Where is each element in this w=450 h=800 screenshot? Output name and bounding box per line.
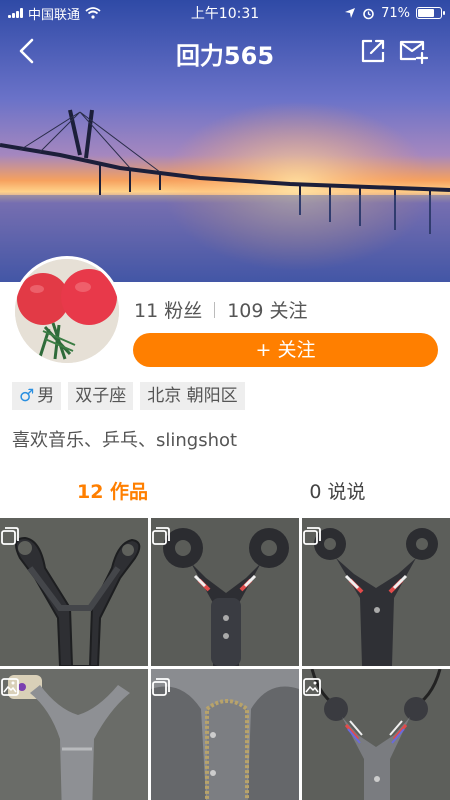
gender-tag: ♂ 男 — [12, 382, 62, 410]
carrier-label: 中国联通 — [28, 7, 81, 23]
wifi-icon — [85, 7, 101, 19]
stats-divider — [214, 301, 216, 318]
fans-count[interactable]: 11 粉丝 — [134, 296, 202, 323]
nav-bar: 回力565 — [0, 28, 450, 74]
zodiac-label: 双子座 — [75, 386, 127, 406]
work-thumbnail[interactable] — [151, 518, 299, 666]
work-thumbnail[interactable] — [151, 669, 299, 800]
work-thumbnail[interactable] — [302, 669, 450, 800]
battery-icon — [416, 7, 445, 19]
zodiac-tag: 双子座 — [68, 382, 134, 410]
tab-works[interactable]: 12 作品 — [0, 474, 225, 514]
share-external-icon[interactable] — [360, 38, 386, 64]
work-thumbnail[interactable] — [0, 669, 148, 800]
profile-bio: 喜欢音乐、乒乓、slingshot — [12, 430, 238, 451]
multi-photo-icon — [152, 527, 170, 545]
gender-label: 男 — [37, 386, 55, 406]
location-label: 北京 朝阳区 — [147, 386, 238, 406]
location-tag: 北京 朝阳区 — [140, 382, 245, 410]
male-icon: ♂ — [19, 386, 35, 406]
signal-icon — [8, 8, 23, 18]
follow-button[interactable]: + 关注 — [133, 333, 438, 367]
works-grid — [0, 518, 450, 800]
mail-add-icon[interactable] — [398, 38, 428, 64]
profile-tags: ♂ 男 双子座 北京 朝阳区 — [12, 382, 245, 410]
status-bar: 中国联通 上午10:31 71% — [0, 0, 450, 26]
following-count[interactable]: 109 关注 — [227, 296, 307, 323]
profile-stats: 11 粉丝 109 关注 — [134, 296, 308, 323]
work-thumbnail[interactable] — [0, 518, 148, 666]
image-icon — [1, 678, 19, 696]
profile-tabs: 12 作品 0 说说 — [0, 474, 450, 514]
work-thumbnail[interactable] — [302, 518, 450, 666]
multi-photo-icon — [1, 527, 19, 545]
multi-photo-icon — [303, 527, 321, 545]
avatar[interactable] — [12, 256, 122, 366]
tab-posts[interactable]: 0 说说 — [225, 474, 450, 514]
image-icon — [303, 678, 321, 696]
battery-percent: 71% — [381, 5, 410, 21]
alarm-icon — [363, 8, 374, 19]
multi-photo-icon — [152, 678, 170, 696]
location-icon — [345, 8, 356, 18]
